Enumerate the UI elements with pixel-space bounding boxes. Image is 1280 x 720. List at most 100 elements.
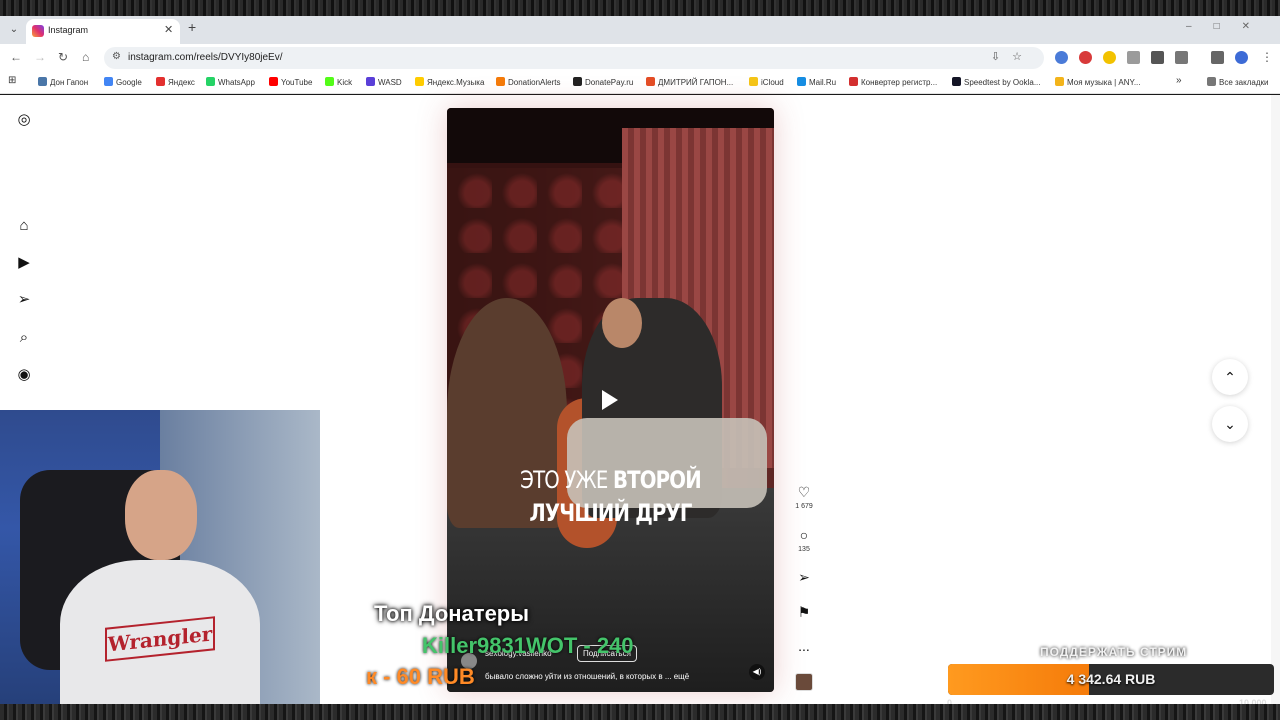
- bookmark-favicon-icon: [269, 77, 278, 86]
- more-options-button[interactable]: ...: [794, 638, 814, 654]
- search-icon[interactable]: ⌕: [15, 329, 33, 347]
- all-bookmarks[interactable]: Все закладки: [1207, 77, 1268, 87]
- chevron-up-icon: ⌃: [1224, 369, 1236, 385]
- bookmark-item[interactable]: Google: [104, 77, 142, 87]
- bookmark-favicon-icon: [496, 77, 505, 86]
- play-icon[interactable]: [602, 390, 618, 410]
- share-button[interactable]: ➢: [794, 569, 814, 585]
- last-donation: к - 60 RUB: [366, 664, 475, 689]
- translate-extension-icon[interactable]: [1055, 51, 1068, 64]
- bookmark-favicon-icon: [573, 77, 582, 86]
- bookmark-favicon-icon: [749, 77, 758, 86]
- bookmark-item[interactable]: DonatePay.ru: [573, 77, 633, 87]
- messages-icon[interactable]: ➢: [15, 291, 33, 309]
- back-icon[interactable]: ←: [10, 50, 22, 64]
- browser-tab-instagram[interactable]: Instagram ✕: [26, 19, 180, 44]
- comment-icon: ○: [799, 527, 809, 543]
- browser-menu-icon[interactable]: ⋮: [1261, 50, 1273, 64]
- chevron-down-icon: ⌄: [1224, 416, 1236, 432]
- volume-icon[interactable]: ◀): [749, 664, 765, 680]
- media-control-icon[interactable]: [1211, 51, 1224, 64]
- url-text[interactable]: instagram.com/reels/DVYIy80jeEv/: [128, 52, 283, 63]
- forward-icon[interactable]: →: [34, 50, 46, 64]
- bookmark-favicon-icon: [849, 77, 858, 86]
- extension-icon[interactable]: [1127, 51, 1140, 64]
- streamer-webcam: Wrangler: [0, 410, 320, 704]
- bookmark-favicon-icon: [156, 77, 165, 86]
- adblock-extension-icon[interactable]: [1079, 51, 1092, 64]
- comment-button[interactable]: ○ 135: [794, 527, 814, 553]
- webcam-scene: [125, 470, 197, 560]
- audio-thumbnail[interactable]: [795, 673, 813, 691]
- desktop-background-bottom: [0, 704, 1280, 720]
- comment-count: 135: [798, 546, 810, 553]
- bookmark-favicon-icon: [646, 77, 655, 86]
- tab-search-icon[interactable]: ⌄: [6, 22, 22, 38]
- bookmark-favicon-icon: [952, 77, 961, 86]
- bookmark-item[interactable]: YouTube: [269, 77, 312, 87]
- bookmark-item[interactable]: DonationAlerts: [496, 77, 560, 87]
- new-tab-button[interactable]: +: [188, 19, 196, 35]
- bookmark-favicon-icon: [206, 77, 215, 86]
- bookmarks-overflow-icon[interactable]: »: [1176, 75, 1182, 86]
- window-controls[interactable]: –□✕: [1186, 21, 1272, 32]
- more-icon: ...: [798, 638, 810, 654]
- share-icon: ➢: [798, 569, 810, 585]
- bookmark-favicon-icon: [415, 77, 424, 86]
- bookmark-item[interactable]: Яндекс.Музыка: [415, 77, 484, 87]
- apps-grid-icon[interactable]: ⊞: [8, 75, 16, 86]
- omnibox-actions[interactable]: ⇩☆: [991, 50, 1034, 63]
- bookmark-item[interactable]: iCloud: [749, 77, 784, 87]
- profile-avatar-icon[interactable]: [1235, 51, 1248, 64]
- home-icon[interactable]: ⌂: [82, 50, 89, 64]
- like-count: 1 679: [795, 503, 813, 510]
- bookmark-item[interactable]: Яндекс: [156, 77, 195, 87]
- extensions-puzzle-icon[interactable]: [1175, 51, 1188, 64]
- address-bar[interactable]: ⚙ instagram.com/reels/DVYIy80jeEv/ ⇩☆: [104, 47, 1044, 69]
- top-donors-title: Топ Донатеры: [374, 601, 530, 626]
- bookmark-item[interactable]: ДМИТРИЙ ГАПОН...: [646, 77, 733, 87]
- site-info-icon[interactable]: ⚙: [112, 51, 121, 62]
- next-reel-button[interactable]: ⌄: [1212, 406, 1248, 442]
- bookmark-favicon-icon: [104, 77, 113, 86]
- bookmark-item[interactable]: WhatsApp: [206, 77, 255, 87]
- bookmark-item[interactable]: Kick: [325, 77, 352, 87]
- bookmark-favicon-icon: [325, 77, 334, 86]
- reel-description[interactable]: бывало сложно уйти из отношений, в котор…: [485, 672, 735, 681]
- reels-icon[interactable]: ▶: [15, 254, 33, 272]
- page-scrollbar[interactable]: [1271, 95, 1280, 704]
- bookmarks-bar: ⊞ Дон Гапон Google Яндекс WhatsApp YouTu…: [0, 72, 1280, 94]
- instagram-logo-icon[interactable]: ◎: [15, 111, 33, 129]
- like-button[interactable]: ♡ 1 679: [794, 484, 814, 510]
- tab-close-icon[interactable]: ✕: [164, 23, 173, 36]
- bookmark-favicon-icon: [38, 77, 47, 86]
- bookmark-item[interactable]: Дон Гапон: [38, 77, 88, 87]
- previous-reel-button[interactable]: ⌃: [1212, 359, 1248, 395]
- bookmark-item[interactable]: Моя музыка | ANY...: [1055, 77, 1141, 87]
- explore-icon[interactable]: ◉: [15, 366, 33, 384]
- folder-icon: [1207, 77, 1216, 86]
- extension-icon[interactable]: [1103, 51, 1116, 64]
- bookmark-item[interactable]: Mail.Ru: [797, 77, 836, 87]
- heart-icon: ♡: [797, 484, 811, 500]
- tab-title: Instagram: [48, 25, 89, 35]
- donation-goal-amount: 4 342.64 RUB: [1066, 671, 1156, 687]
- bookmark-item[interactable]: WASD: [366, 77, 402, 87]
- bookmark-item[interactable]: Конвертер регистр...: [849, 77, 937, 87]
- browser-toolbar: ← → ↻ ⌂ ⚙ instagram.com/reels/DVYIy80jeE…: [0, 44, 1280, 72]
- bookmark-favicon-icon: [797, 77, 806, 86]
- bookmark-favicon-icon: [1055, 77, 1064, 86]
- browser-tab-strip: ⌄ Instagram ✕ + –□✕: [0, 16, 1280, 44]
- bookmark-item[interactable]: Speedtest by Ookla...: [952, 77, 1041, 87]
- home-icon[interactable]: ⌂: [15, 217, 33, 235]
- video-scene: [602, 298, 642, 348]
- bookmark-icon: ⚑: [797, 604, 811, 620]
- support-stream-title: ПОДДЕРЖАТЬ СТРИМ: [1040, 645, 1188, 659]
- save-button[interactable]: ⚑: [794, 604, 814, 620]
- bookmark-favicon-icon: [366, 77, 375, 86]
- video-caption: ЭТО УЖЕ ВТОРОЙ ЛУЧШИЙ ДРУГ: [520, 466, 702, 527]
- top-donor-entry: Killer9831WOT - 240: [422, 633, 634, 658]
- extension-icon[interactable]: [1151, 51, 1164, 64]
- reload-icon[interactable]: ↻: [58, 50, 68, 64]
- desktop-background-top: [0, 0, 1280, 16]
